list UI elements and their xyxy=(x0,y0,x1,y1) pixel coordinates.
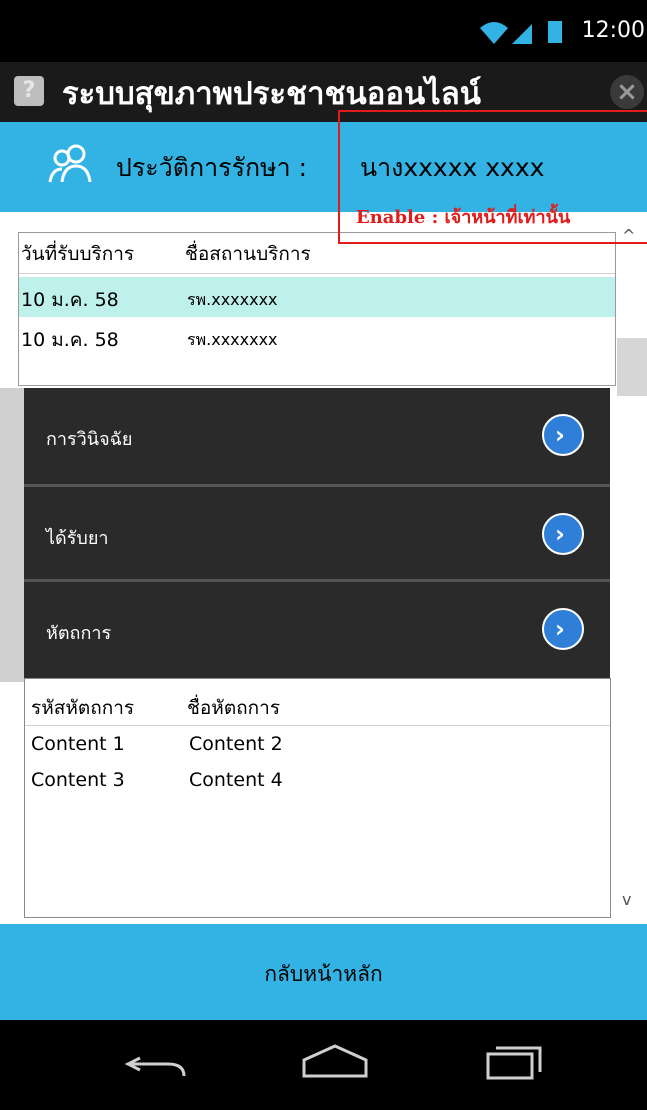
help-icon[interactable]: ? xyxy=(14,76,44,106)
column-header-name: ชื่อหัตถการ xyxy=(187,697,281,719)
close-button[interactable]: × xyxy=(610,75,644,109)
menu-item-procedures[interactable]: หัตถการ › xyxy=(24,582,610,676)
detail-menu: การวินิจฉัย › ได้รับยา › หัตถการ › xyxy=(24,388,610,682)
table-row[interactable]: Content 3 Content 4 xyxy=(25,767,610,807)
visit-date: 10 ม.ค. 58 xyxy=(21,289,119,311)
table-row[interactable]: 10 ม.ค. 58 รพ.xxxxxxx xyxy=(19,277,615,317)
column-header-date: วันที่รับบริการ xyxy=(21,243,135,265)
chevron-right-icon[interactable]: › xyxy=(542,414,584,456)
home-icon[interactable] xyxy=(300,1042,370,1082)
column-header-code: รหัสหัตถการ xyxy=(31,697,135,719)
menu-item-label: หัตถการ xyxy=(46,623,112,644)
status-time: 12:00 xyxy=(581,18,645,43)
chevron-right-icon[interactable]: › xyxy=(542,513,584,555)
wifi-signal-icon xyxy=(480,22,532,44)
menu-item-medication[interactable]: ได้รับยา › xyxy=(24,487,610,581)
back-to-home-label: กลับหน้าหลัก xyxy=(264,962,383,986)
annotation-text: Enable : เจ้าหน้าที่เท่านั้น xyxy=(356,207,571,228)
menu-item-label: การวินิจฉัย xyxy=(46,429,133,450)
scrollbar-thumb[interactable] xyxy=(617,338,647,396)
procedure-name: Content 2 xyxy=(189,733,283,755)
procedure-code: Content 3 xyxy=(31,769,125,791)
battery-icon xyxy=(548,21,562,43)
chevron-right-icon[interactable]: › xyxy=(542,608,584,650)
menu-item-diagnosis[interactable]: การวินิจฉัย › xyxy=(24,388,610,482)
visit-date: 10 ม.ค. 58 xyxy=(21,329,119,351)
recents-icon[interactable] xyxy=(484,1042,546,1082)
table-row[interactable]: 10 ม.ค. 58 รพ.xxxxxxx xyxy=(19,317,615,357)
procedures-table: รหัสหัตถการ ชื่อหัตถการ Content 1 Conten… xyxy=(24,678,611,918)
visit-facility: รพ.xxxxxxx xyxy=(187,330,278,349)
page-title: ประวัติการรักษา : xyxy=(116,153,308,182)
navigation-bar xyxy=(0,1020,647,1110)
visit-facility: รพ.xxxxxxx xyxy=(187,290,278,309)
procedure-code: Content 1 xyxy=(31,733,125,755)
scroll-down-icon[interactable]: v xyxy=(622,890,631,909)
table-header: รหัสหัตถการ ชื่อหัตถการ xyxy=(25,679,610,726)
column-header-facility: ชื่อสถานบริการ xyxy=(185,243,311,265)
back-icon[interactable] xyxy=(124,1042,190,1082)
visits-table: วันที่รับบริการ ชื่อสถานบริการ 10 ม.ค. 5… xyxy=(18,232,616,386)
back-to-home-button[interactable]: กลับหน้าหลัก xyxy=(0,924,647,1020)
users-icon xyxy=(48,144,92,183)
procedure-name: Content 4 xyxy=(189,769,283,791)
left-scroll-gutter xyxy=(0,388,24,682)
status-bar: 12:00 xyxy=(0,0,647,62)
table-row[interactable]: Content 1 Content 2 xyxy=(25,731,610,771)
menu-item-label: ได้รับยา xyxy=(46,528,109,549)
